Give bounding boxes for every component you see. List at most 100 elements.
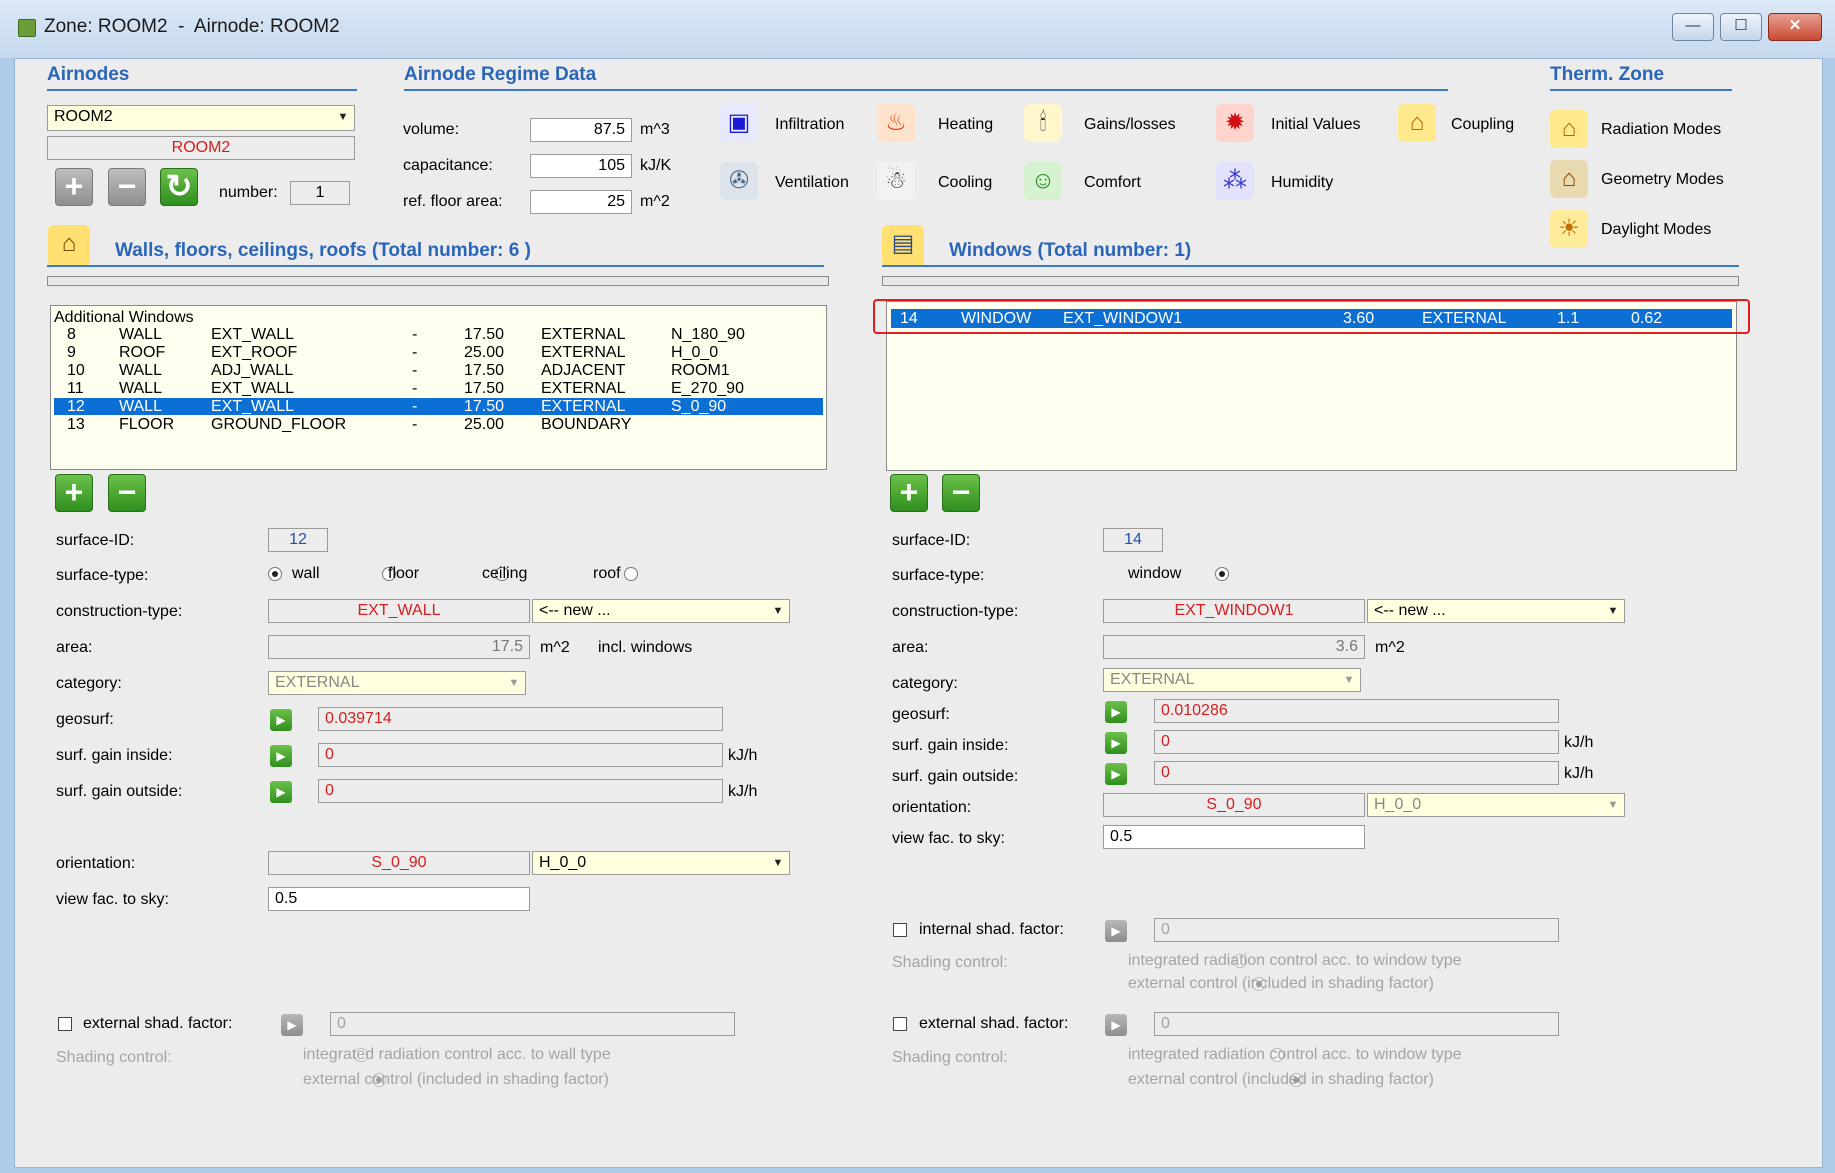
shading-control-label: Shading control: <box>56 1049 172 1066</box>
add-wall-button[interactable]: + <box>55 474 93 512</box>
win-construction-new-value: <-- new ... <box>1374 602 1446 619</box>
heating-icon[interactable]: ♨ <box>877 104 915 142</box>
ventilation-button[interactable]: Ventilation <box>775 174 849 192</box>
gain-outside-field[interactable]: 0 <box>318 779 723 803</box>
ext-shad-field[interactable]: 0 <box>330 1012 735 1036</box>
geometry-modes-icon[interactable]: ⌂ <box>1550 160 1588 198</box>
play-icon[interactable]: ▶ <box>1105 920 1127 942</box>
gain-inside-field[interactable]: 0 <box>318 743 723 767</box>
table-row[interactable]: 11 WALL EXT_WALL - 17.50 EXTERNAL E_270_… <box>54 380 823 397</box>
walls-list[interactable]: Additional Windows 8 WALL EXT_WALL - 17.… <box>50 305 827 470</box>
win-construction-field: EXT_WINDOW1 <box>1103 599 1365 623</box>
orientation-select[interactable]: H_0_0 ▼ <box>532 851 790 875</box>
win-construction-new-select[interactable]: <-- new ... ▼ <box>1367 599 1625 623</box>
walls-list-header: Additional Windows <box>54 309 194 326</box>
ext-shad-checkbox[interactable] <box>58 1017 72 1031</box>
heating-button[interactable]: Heating <box>938 116 993 134</box>
add-airnode-button[interactable]: + <box>55 168 93 206</box>
initial-values-button[interactable]: Initial Values <box>1271 116 1361 134</box>
coupling-button[interactable]: Coupling <box>1451 116 1514 134</box>
volume-field[interactable]: 87.5 <box>530 118 632 142</box>
radiation-modes-button[interactable]: Radiation Modes <box>1601 121 1721 139</box>
win-geosurf-field[interactable]: 0.010286 <box>1154 699 1559 723</box>
play-icon[interactable]: ▶ <box>270 709 292 731</box>
gains-button[interactable]: Gains/losses <box>1084 116 1176 134</box>
remove-airnode-button[interactable]: − <box>108 168 146 206</box>
regime-rule <box>404 89 1448 91</box>
maximize-button[interactable]: ☐ <box>1720 13 1762 41</box>
remove-wall-button[interactable]: − <box>108 474 146 512</box>
remove-window-button[interactable]: − <box>942 474 980 512</box>
close-button[interactable]: ✕ <box>1768 13 1822 41</box>
add-window-button[interactable]: + <box>890 474 928 512</box>
row-area: 17.50 <box>464 398 505 415</box>
play-icon[interactable]: ▶ <box>1105 701 1127 723</box>
win-orientation-select[interactable]: H_0_0 ▼ <box>1367 793 1625 817</box>
play-icon[interactable]: ▶ <box>270 781 292 803</box>
int-shad-checkbox[interactable] <box>893 923 907 937</box>
coupling-icon[interactable]: ⌂ <box>1398 104 1436 142</box>
daylight-modes-button[interactable]: Daylight Modes <box>1601 221 1711 239</box>
row-type: WALL <box>119 380 162 397</box>
radio-window[interactable] <box>1214 567 1229 581</box>
win-area-field: 3.6 <box>1103 635 1365 659</box>
geosurf-field[interactable]: 0.039714 <box>318 707 723 731</box>
row-type: WALL <box>119 326 162 343</box>
int-shad-field[interactable]: 0 <box>1154 918 1559 942</box>
ventilation-icon[interactable]: ✇ <box>720 162 758 200</box>
refresh-airnode-button[interactable]: ↻ <box>160 168 198 206</box>
table-row[interactable]: 9 ROOF EXT_ROOF - 25.00 EXTERNAL H_0_0 <box>54 344 823 361</box>
win-gain-inside-field[interactable]: 0 <box>1154 730 1559 754</box>
comfort-icon[interactable]: ☺ <box>1024 162 1062 200</box>
chevron-down-icon[interactable]: ▼ <box>1340 671 1358 689</box>
capacitance-field[interactable]: 105 <box>530 154 632 178</box>
win-surface-type-label: surface-type: <box>892 567 985 584</box>
radiation-modes-icon[interactable]: ⌂ <box>1550 110 1588 148</box>
win-gain-outside-field[interactable]: 0 <box>1154 761 1559 785</box>
row-category: ADJACENT <box>541 362 626 379</box>
initial-values-icon[interactable]: ✹ <box>1216 104 1254 142</box>
viewfac-field[interactable]: 0.5 <box>268 887 530 911</box>
play-icon[interactable]: ▶ <box>1105 1014 1127 1036</box>
table-row[interactable]: 13 FLOOR GROUND_FLOOR - 25.00 BOUNDARY <box>54 416 823 433</box>
play-icon[interactable]: ▶ <box>281 1014 303 1036</box>
humidity-button[interactable]: Humidity <box>1271 174 1333 192</box>
airnode-select[interactable]: ROOM2 ▼ <box>47 105 355 131</box>
chevron-down-icon[interactable]: ▼ <box>769 854 787 872</box>
comfort-button[interactable]: Comfort <box>1084 174 1141 192</box>
humidity-icon[interactable]: ⁂ <box>1216 162 1254 200</box>
construction-new-select[interactable]: <-- new ... ▼ <box>532 599 790 623</box>
cooling-icon[interactable]: ☃ <box>877 162 915 200</box>
floor-area-field[interactable]: 25 <box>530 190 632 214</box>
table-row[interactable]: 8 WALL EXT_WALL - 17.50 EXTERNAL N_180_9… <box>54 326 823 343</box>
radio-wall[interactable] <box>268 567 282 581</box>
windows-splitter[interactable] <box>882 276 1739 286</box>
chevron-down-icon[interactable]: ▼ <box>505 674 523 692</box>
play-icon[interactable]: ▶ <box>1105 763 1127 785</box>
walls-splitter[interactable] <box>47 276 829 286</box>
win-ext-shad-checkbox[interactable] <box>893 1017 907 1031</box>
chevron-down-icon[interactable]: ▼ <box>769 602 787 620</box>
daylight-modes-icon[interactable]: ☀ <box>1550 210 1588 248</box>
infiltration-icon[interactable]: ▣ <box>720 104 758 142</box>
table-row-selected[interactable]: 12 WALL EXT_WALL - 17.50 EXTERNAL S_0_90 <box>54 398 823 415</box>
radio-floor-label: floor <box>388 565 420 582</box>
chevron-down-icon[interactable]: ▼ <box>334 108 352 126</box>
cooling-button[interactable]: Cooling <box>938 174 992 192</box>
table-row[interactable]: 10 WALL ADJ_WALL - 17.50 ADJACENT ROOM1 <box>54 362 823 379</box>
viewfac-label: view fac. to sky: <box>56 891 169 908</box>
chevron-down-icon[interactable]: ▼ <box>1604 796 1622 814</box>
win-ext-shad-field[interactable]: 0 <box>1154 1012 1559 1036</box>
category-select[interactable]: EXTERNAL ▼ <box>268 671 526 695</box>
win-category-select[interactable]: EXTERNAL ▼ <box>1103 668 1361 692</box>
play-icon[interactable]: ▶ <box>1105 732 1127 754</box>
infiltration-button[interactable]: Infiltration <box>775 116 844 134</box>
win-viewfac-field[interactable]: 0.5 <box>1103 825 1365 849</box>
gains-icon[interactable]: 🕯 <box>1024 104 1062 142</box>
chevron-down-icon[interactable]: ▼ <box>1604 602 1622 620</box>
number-field[interactable]: 1 <box>290 181 350 205</box>
play-icon[interactable]: ▶ <box>270 745 292 767</box>
row-type: ROOF <box>119 344 166 361</box>
geometry-modes-button[interactable]: Geometry Modes <box>1601 171 1724 189</box>
minimize-button[interactable]: — <box>1672 13 1714 41</box>
